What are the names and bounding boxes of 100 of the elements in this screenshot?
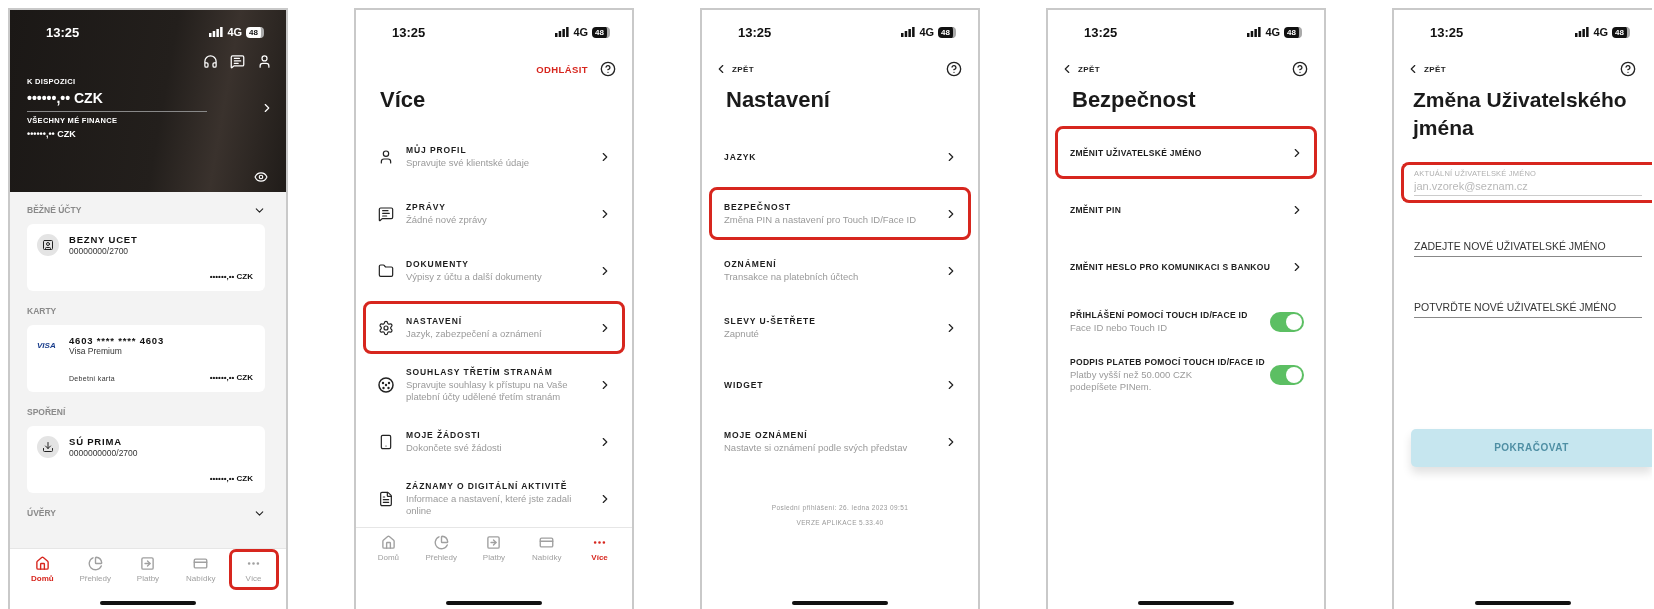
item-subtitle: Informace a nastavení, které jste zadali online [406, 492, 573, 517]
toggle-switch[interactable] [1270, 365, 1304, 385]
pie-chart-icon [433, 535, 449, 550]
dotted-circle-icon [378, 376, 394, 393]
item-title: SLEVY U-ŠETŘETE [724, 315, 816, 326]
item-title: MŮJ PROFIL [406, 144, 467, 155]
item-title: ZPRÁVY [406, 201, 446, 212]
battery-level: 48 [938, 26, 956, 38]
network-type: 4G [1265, 26, 1281, 38]
item-title: MOJE ŽÁDOSTI [406, 429, 481, 440]
back-link[interactable]: ZPĚT [1060, 62, 1101, 76]
network-type: 4G [919, 26, 935, 38]
account-card[interactable]: BEZNY UCET 00000000/2700 ••••••,•• CZK [27, 224, 265, 291]
account-balance: ••••••,•• CZK [209, 272, 253, 281]
help-icon[interactable] [946, 61, 962, 77]
menu-item[interactable]: ZMĚNIT UŽIVATELSKÉ JMÉNO [1055, 126, 1317, 179]
person-icon [378, 148, 394, 165]
status-time: 13:25 [1084, 24, 1118, 40]
item-subtitle: Spravujte své klientské údaje [406, 156, 531, 169]
signal-icon [1247, 27, 1262, 37]
item-subtitle: Jazyk, zabezpečení a oznámení [406, 327, 543, 340]
card-brand-logo: VISA [37, 340, 57, 352]
item-title: OZNÁMENÍ [724, 258, 777, 269]
item-title: WIDGET [724, 379, 764, 390]
tab[interactable]: Domů [17, 549, 68, 590]
account-icon [37, 234, 59, 256]
help-icon[interactable] [1292, 61, 1308, 77]
account-number: Visa Premium [69, 346, 123, 356]
document-icon [378, 490, 394, 507]
signal-icon [209, 27, 224, 37]
item-subtitle: Zapnuté [724, 327, 760, 340]
input-field[interactable]: POTVRĎTE NOVÉ UŽIVATELSKÉ JMÉNO [1414, 301, 1642, 318]
item-title: ZÁZNAMY O DIGITÁLNÍ AKTIVITĚ [406, 480, 568, 491]
network-type: 4G [573, 26, 589, 38]
headset-icon[interactable] [203, 54, 218, 69]
account-number: 00000000/2700 [69, 245, 130, 256]
item-subtitle: Nastavte si oznámení podle svých představ [724, 441, 909, 454]
settings-icon [378, 319, 394, 336]
network-type: 4G [1593, 26, 1609, 38]
menu-item[interactable]: NASTAVENÍ Jazyk, zabezpečení a oznámení [363, 301, 625, 354]
finances-amount: ••••••,•• CZK [27, 129, 77, 139]
status-time: 13:25 [1430, 24, 1464, 40]
battery-level: 48 [246, 26, 264, 38]
cards-icon [539, 535, 555, 550]
item-title: PODPIS PLATEB POMOCÍ TOUCH ID/FACE ID [1070, 357, 1265, 367]
item-subtitle: Spravujte souhlasy k přístupu na Vaše platební účty udělené třetím stranám [406, 378, 569, 403]
tab[interactable]: Více [574, 528, 625, 569]
account-balance: ••••••,•• CZK [209, 474, 253, 483]
message-icon[interactable] [230, 54, 245, 69]
input-field[interactable]: ZADEJTE NOVÉ UŽIVATELSKÉ JMÉNO [1414, 240, 1642, 257]
item-subtitle: Výpisy z účtu a další dokumenty [406, 270, 543, 283]
screen-title: Více [379, 86, 427, 114]
item-title: MOJE OZNÁMENÍ [724, 429, 808, 440]
account-balance: ••••••,•• CZK [209, 373, 253, 382]
item-subtitle: Dokončete své žádosti [406, 441, 503, 454]
item-title: ZMĚNIT UŽIVATELSKÉ JMÉNO [1070, 147, 1202, 158]
battery-level: 48 [592, 26, 610, 38]
item-title: PŘIHLÁŠENÍ POMOCÍ TOUCH ID/FACE ID [1070, 309, 1248, 320]
signal-icon [1575, 27, 1590, 37]
eye-icon[interactable] [254, 170, 268, 184]
section-title: KARTY [27, 306, 57, 316]
account-name: 4603 **** **** 4603 [69, 335, 165, 346]
cards-icon [193, 556, 209, 571]
signal-icon [901, 27, 916, 37]
toggle-switch[interactable] [1270, 311, 1304, 332]
item-subtitle: Transakce na platebních účtech [724, 270, 860, 283]
signal-icon [555, 27, 570, 37]
home-icon [34, 556, 50, 571]
screen-title: Nastavení [725, 86, 832, 114]
item-subtitle: Změna PIN a nastavení pro Touch ID/Face ID [724, 213, 918, 226]
phone-icon [378, 433, 394, 450]
item-title: SOUHLASY TŘETÍM STRANÁM [406, 366, 553, 377]
logout-link[interactable]: ODHLÁSIT [536, 63, 588, 75]
section-title: SPOŘENÍ [27, 407, 66, 417]
profile-icon[interactable] [257, 54, 272, 69]
item-title: ZMĚNIT HESLO PRO KOMUNIKACI S BANKOU [1070, 261, 1271, 272]
back-link[interactable]: ZPĚT [714, 62, 755, 76]
pie-chart-icon [87, 556, 103, 571]
help-icon[interactable] [600, 61, 616, 77]
transfer-icon [140, 556, 156, 571]
item-subtitle: Platby vyšší než 50.000 CZK podepíšete PINem. [1070, 369, 1193, 393]
status-time: 13:25 [738, 24, 772, 40]
account-card[interactable]: SÚ PRIMA 0000000000/2700 ••••••,•• CZK [27, 426, 265, 493]
download-icon [37, 436, 59, 458]
item-title: JAZYK [724, 151, 757, 162]
account-name: SÚ PRIMA [69, 436, 123, 448]
screen-title: Bezpečnost [1071, 86, 1197, 114]
screen-title: Změna Uživatelského jména [1411, 87, 1628, 141]
menu-item[interactable]: BEZPEČNOST Změna PIN a nastavení pro Touch ID/Face ID [709, 187, 971, 240]
item-title: NASTAVENÍ [406, 315, 462, 326]
section-title: BĚŽNÉ ÚČTY [27, 205, 82, 215]
folder-icon [378, 262, 394, 279]
transfer-icon [486, 535, 502, 550]
message-icon [378, 205, 394, 222]
back-link[interactable]: ZPĚT [1406, 62, 1447, 76]
account-name: BEZNY UCET [69, 234, 139, 246]
item-title: DOKUMENTY [406, 258, 469, 269]
item-subtitle: Face ID nebo Touch ID [1070, 321, 1168, 334]
network-type: 4G [227, 26, 243, 38]
help-icon[interactable] [1620, 61, 1636, 77]
